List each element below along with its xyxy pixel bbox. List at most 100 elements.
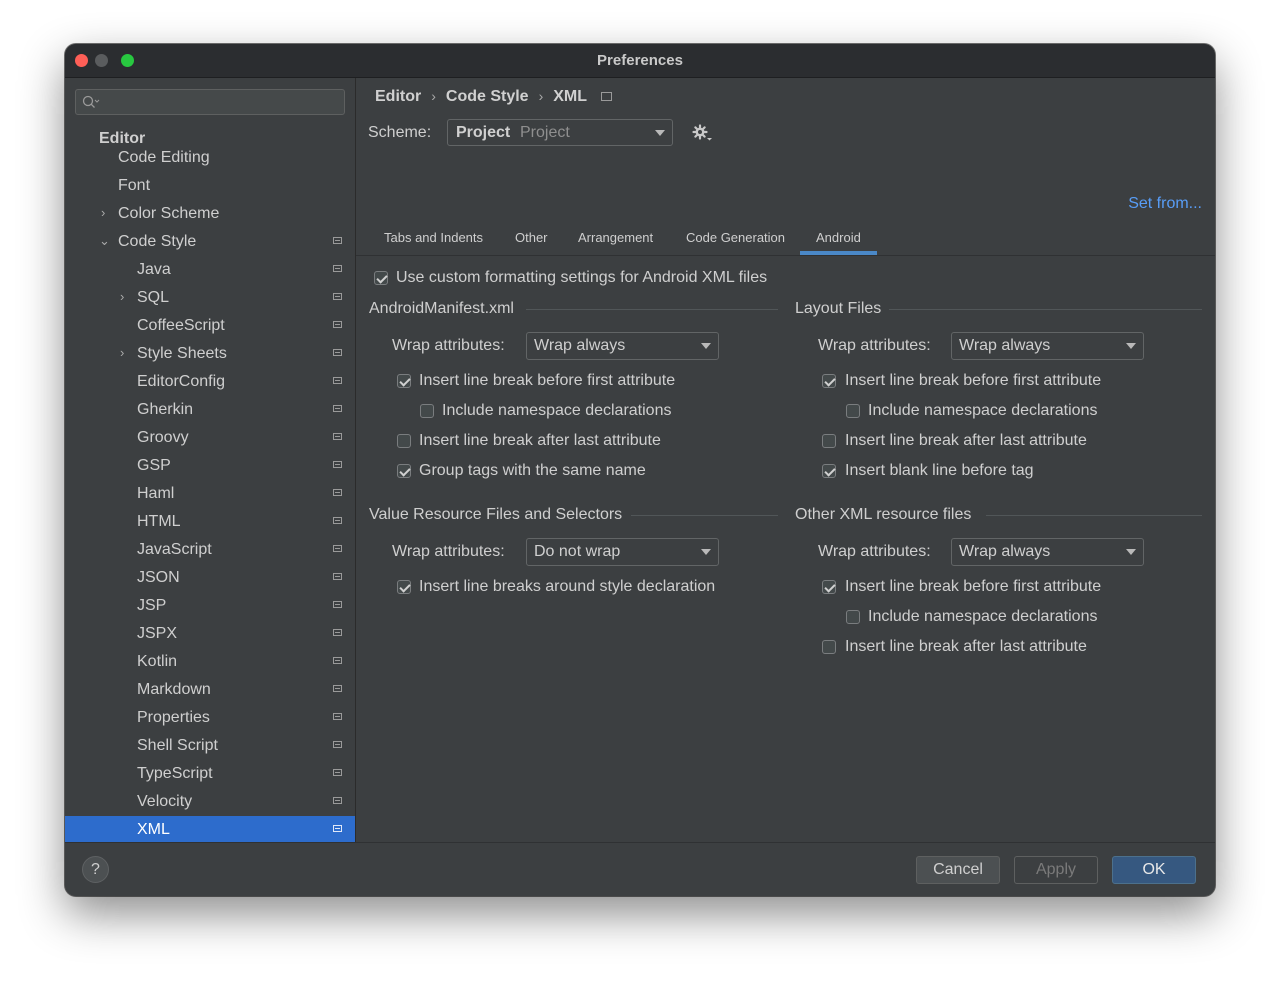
tree-item-label: Groovy [137,429,189,446]
manifest-wrap-label: Wrap attributes: [392,337,505,354]
tree-item-label: JSON [137,569,180,586]
layout-option-label: Insert blank line before tag [845,462,1034,479]
tree-item-label: Font [118,177,151,194]
project-scope-icon [333,461,342,468]
chevron-right-icon[interactable]: › [120,345,124,360]
tree-item-json[interactable]: JSON [65,564,355,592]
other-wrap-select[interactable]: Wrap always [951,538,1144,566]
project-scope-icon [601,92,613,102]
settings-search-input[interactable] [75,89,345,115]
settings-tree: Code Editing Font › Color Scheme ⌄ Code … [65,146,355,842]
tree-item-label: SQL [137,289,170,306]
tree-item-editorconfig[interactable]: EditorConfig [65,368,355,396]
project-scope-icon [333,601,342,608]
tree-item-typescript[interactable]: TypeScript [65,760,355,788]
other-option-checkbox[interactable] [846,610,860,624]
chevron-down-icon [701,343,711,349]
gear-icon[interactable] [692,124,714,144]
layout-wrap-select[interactable]: Wrap always [951,332,1144,360]
preferences-window: Preferences Code Editing Font › Color Sc… [65,44,1215,896]
manifest-wrap-select[interactable]: Wrap always [526,332,719,360]
values-option-label: Insert line breaks around style declarat… [419,578,716,595]
tab-code-generation[interactable]: Code Generation [686,230,785,245]
layout-wrap-value: Wrap always [959,337,1051,354]
layout-option-label: Insert line break before first attribute [845,372,1102,389]
tree-item-label: Color Scheme [118,205,220,222]
tree-item-label: Code Style [118,233,197,250]
tab-other[interactable]: Other [515,230,548,245]
section-divider [889,309,1202,310]
tree-item-label: Java [137,261,171,278]
tree-item-color-scheme[interactable]: › Color Scheme [65,200,355,228]
chevron-right-icon[interactable]: › [101,205,105,220]
tab-tabs-and-indents[interactable]: Tabs and Indents [384,230,483,245]
layout-option-checkbox[interactable] [822,464,836,478]
apply-button[interactable]: Apply [1014,856,1098,884]
ok-button[interactable]: OK [1112,856,1196,884]
custom-formatting-checkbox[interactable] [374,271,388,285]
settings-sidebar: Code Editing Font › Color Scheme ⌄ Code … [65,78,356,842]
values-wrap-select[interactable]: Do not wrap [526,538,719,566]
layout-option-checkbox[interactable] [822,434,836,448]
tab-android[interactable]: Android [816,230,861,245]
project-scope-icon [333,237,342,244]
tree-item-font[interactable]: Font [65,172,355,200]
tree-item-label: JavaScript [137,541,212,558]
manifest-option-checkbox[interactable] [397,434,411,448]
chevron-right-icon[interactable]: › [120,289,124,304]
values-option-checkbox[interactable] [397,580,411,594]
tree-item-label: Markdown [137,681,211,698]
tab-arrangement[interactable]: Arrangement [578,230,653,245]
help-button[interactable]: ? [82,856,109,883]
tree-item-jspx[interactable]: JSPX [65,620,355,648]
section-divider [986,515,1202,516]
project-scope-icon [333,741,342,748]
tree-item-label: Code Editing [118,149,210,166]
tree-item-groovy[interactable]: Groovy [65,424,355,452]
tree-item-label: CoffeeScript [137,317,225,334]
tree-item-kotlin[interactable]: Kotlin [65,648,355,676]
tree-item-xml[interactable]: XML [65,816,355,842]
tree-item-html[interactable]: HTML [65,508,355,536]
tree-item-style-sheets[interactable]: › Style Sheets [65,340,355,368]
tree-item-label: Style Sheets [137,345,227,362]
tree-item-jsp[interactable]: JSP [65,592,355,620]
set-from-link[interactable]: Set from... [1128,195,1202,213]
project-scope-icon [333,293,342,300]
tree-item-javascript[interactable]: JavaScript [65,536,355,564]
other-option-checkbox[interactable] [822,580,836,594]
tree-section-editor[interactable]: Editor [99,130,145,148]
tree-item-gherkin[interactable]: Gherkin [65,396,355,424]
project-scope-icon [333,629,342,636]
tree-item-label: TypeScript [137,765,213,782]
manifest-option-checkbox[interactable] [397,374,411,388]
tree-item-gsp[interactable]: GSP [65,452,355,480]
tree-item-markdown[interactable]: Markdown [65,676,355,704]
cancel-button[interactable]: Cancel [916,856,1000,884]
project-scope-icon [333,349,342,356]
tree-item-label: HTML [137,513,181,530]
tree-item-code-style[interactable]: ⌄ Code Style [65,228,355,256]
manifest-option-checkbox[interactable] [397,464,411,478]
manifest-option-label: Group tags with the same name [419,462,646,479]
tree-item-code-editing[interactable]: Code Editing [65,146,355,172]
other-option-checkbox[interactable] [822,640,836,654]
tree-item-velocity[interactable]: Velocity [65,788,355,816]
tree-item-properties[interactable]: Properties [65,704,355,732]
tree-item-coffeescript[interactable]: CoffeeScript [65,312,355,340]
scheme-select[interactable]: Project Project [447,119,673,146]
layout-option-checkbox[interactable] [846,404,860,418]
project-scope-icon [333,573,342,580]
tree-item-haml[interactable]: Haml [65,480,355,508]
layout-option-label: Include namespace declarations [868,402,1098,419]
tree-item-shell-script[interactable]: Shell Script [65,732,355,760]
manifest-option-checkbox[interactable] [420,404,434,418]
tree-item-sql[interactable]: › SQL [65,284,355,312]
values-section-title: Value Resource Files and Selectors [369,506,623,523]
project-scope-icon [333,825,342,832]
chevron-down-icon [1126,343,1136,349]
layout-option-checkbox[interactable] [822,374,836,388]
chevron-down-icon[interactable]: ⌄ [99,233,110,249]
tree-item-java[interactable]: Java [65,256,355,284]
title-bar: Preferences [65,44,1215,78]
